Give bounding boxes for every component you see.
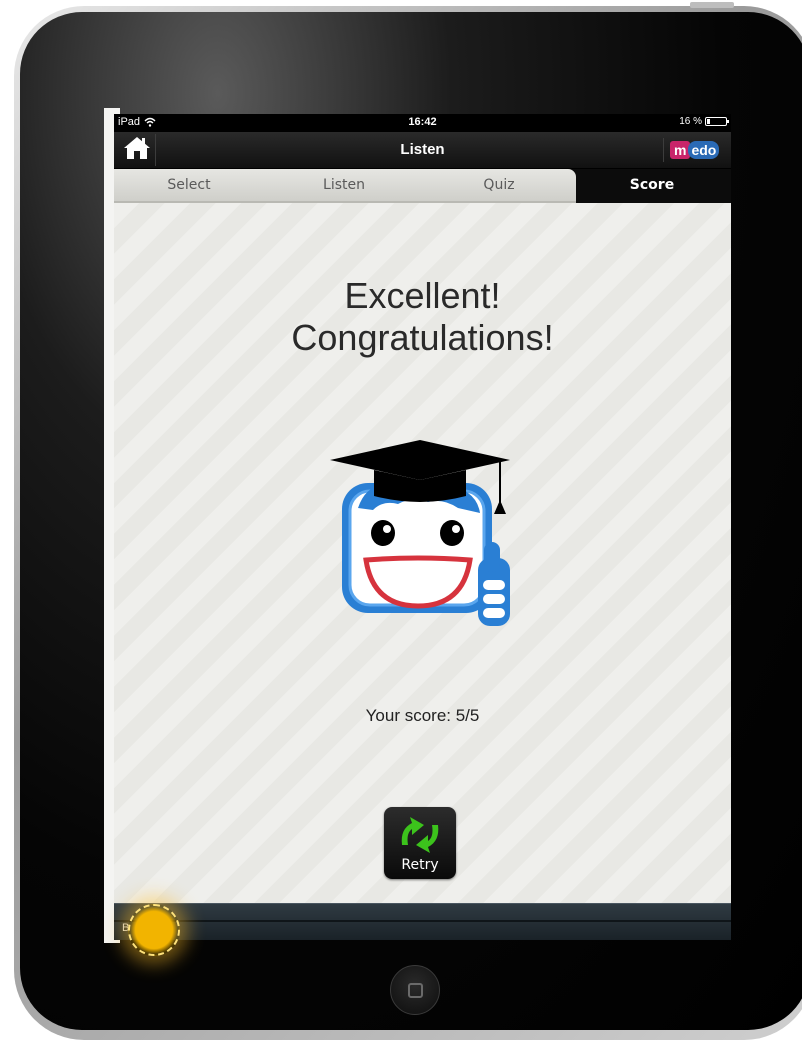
medo-logo[interactable]: m edo: [663, 138, 721, 162]
status-bar: iPad 16:42 16 %: [114, 114, 731, 132]
score-text: Your score: 5/5: [365, 706, 480, 725]
tab-quiz[interactable]: Quiz: [424, 177, 574, 193]
score-panel: Excellent! Congratulations! Your score: …: [114, 203, 731, 903]
app-screen: iPad 16:42 16 % Listen m edo Select List…: [114, 114, 731, 940]
retry-arrows-icon: [396, 815, 444, 860]
device-home-button[interactable]: [390, 965, 440, 1015]
battery-percent: 16 %: [679, 116, 702, 127]
retry-button[interactable]: Retry: [384, 807, 456, 879]
battery-icon: [705, 117, 729, 126]
battery-tip: [727, 120, 729, 123]
tap-indicator: [128, 904, 180, 956]
bottom-divider: [114, 920, 731, 922]
bottom-toolbar: B: [114, 903, 731, 940]
tab-score[interactable]: Score: [577, 177, 727, 193]
retry-label: Retry: [401, 857, 439, 873]
tab-bar: Select Listen Quiz Score: [114, 169, 731, 203]
sleep-button: [690, 2, 734, 8]
logo-part-m: m: [670, 141, 691, 159]
status-right: 16 %: [679, 116, 729, 127]
logo-part-edo: edo: [688, 141, 720, 159]
tab-listen[interactable]: Listen: [269, 177, 419, 193]
headline-excellent: Excellent!: [344, 275, 501, 316]
graduate-mascot-thumbs-up-icon: [328, 438, 523, 633]
home-square-icon: [408, 983, 423, 998]
status-time: 16:42: [408, 116, 437, 128]
nav-title: Listen: [400, 141, 445, 158]
nav-bar: Listen m edo: [114, 132, 731, 169]
battery-fill: [707, 119, 710, 124]
headline-congratulations: Congratulations!: [291, 317, 554, 358]
tab-select[interactable]: Select: [114, 177, 264, 193]
